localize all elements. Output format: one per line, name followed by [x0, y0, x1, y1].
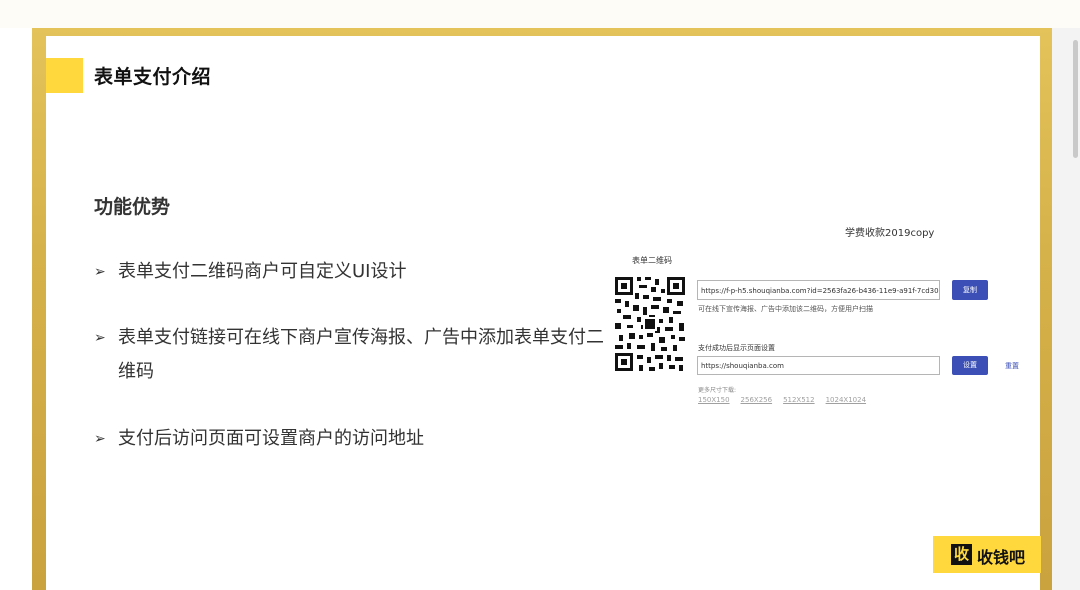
copy-button[interactable]: 复制 [952, 280, 988, 300]
url-hint-text: 可在线下宣传海报、广告中添加该二维码，方便用户扫描 [698, 305, 873, 313]
title-accent-bar [46, 58, 83, 93]
feature-item: ➢ 支付后访问页面可设置商户的访问地址 [94, 422, 609, 456]
size-download-label: 更多尺寸下载: [698, 387, 737, 394]
size-link-256[interactable]: 256X256 [741, 396, 773, 404]
brand-name: 收钱吧 [977, 548, 1026, 567]
feature-item: ➢ 表单支付二维码商户可自定义UI设计 [94, 255, 609, 289]
arrow-right-icon: ➢ [94, 431, 106, 447]
left-margin [0, 28, 32, 590]
redirect-url-field[interactable]: https://shouqianba.com [697, 356, 940, 375]
scrollbar-thumb[interactable] [1073, 40, 1078, 158]
slide-title: 表单支付介绍 [94, 66, 212, 88]
feature-item: ➢ 表单支付链接可在线下商户宣传海报、广告中添加表单支付二维码 [94, 321, 609, 389]
form-url-field[interactable]: https://f-p-h5.shouqianba.com?id=2563fa2… [697, 280, 940, 300]
size-download-links: 150X150 256X256 512X512 1024X1024 [698, 396, 877, 404]
size-link-1024[interactable]: 1024X1024 [826, 396, 866, 404]
brand-logo-icon: 收 [951, 544, 972, 565]
qr-code-label: 表单二维码 [632, 256, 672, 265]
slide-canvas [46, 36, 1040, 590]
size-link-150[interactable]: 150X150 [698, 396, 730, 404]
brand-badge: 收 收钱吧 [933, 536, 1041, 573]
feature-text: 支付后访问页面可设置商户的访问地址 [118, 428, 424, 449]
arrow-right-icon: ➢ [94, 264, 106, 280]
reset-link[interactable]: 重置 [1005, 361, 1019, 371]
redirect-setting-label: 支付成功后显示页面设置 [698, 344, 775, 352]
embedded-page-title: 学费收款2019copy [845, 228, 935, 239]
feature-text: 表单支付链接可在线下商户宣传海报、广告中添加表单支付二维码 [118, 327, 604, 382]
size-link-512[interactable]: 512X512 [783, 396, 815, 404]
arrow-right-icon: ➢ [94, 330, 106, 346]
feature-text: 表单支付二维码商户可自定义UI设计 [118, 261, 407, 282]
set-button[interactable]: 设置 [952, 356, 988, 375]
section-heading: 功能优势 [94, 196, 171, 218]
qr-code-image [613, 275, 687, 373]
